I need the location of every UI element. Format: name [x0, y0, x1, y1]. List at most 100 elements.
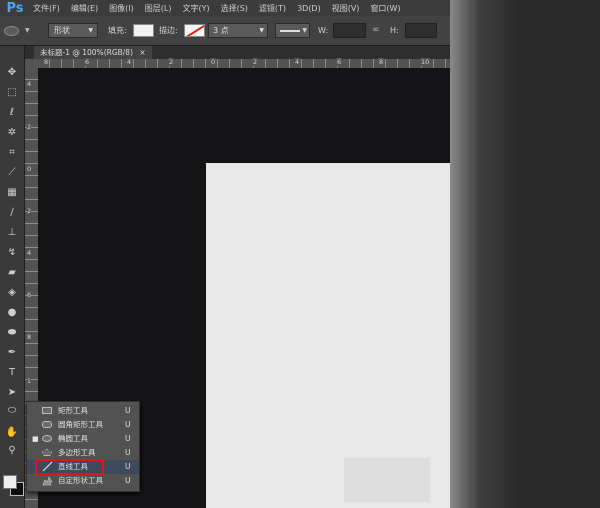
ruler-number: 1: [27, 377, 32, 385]
flyout-item-polygon[interactable]: 多边形工具 U: [27, 446, 139, 460]
ruler-number: 2: [27, 207, 32, 215]
menu-edit[interactable]: 编辑(E): [71, 3, 98, 14]
fill-label: 填充:: [108, 26, 127, 35]
marquee-tool-icon[interactable]: ⬚: [2, 84, 22, 100]
blur-tool-icon[interactable]: ●: [2, 304, 22, 320]
options-bar: ▼ 形状 ▼ 填充: 描边: 3 点 ▼ ▼ W: ∞ H:: [0, 16, 450, 46]
rectangle-icon: [42, 407, 52, 414]
ruler-number: 2: [27, 123, 32, 131]
panel-edge: [450, 0, 600, 508]
gradient-tool-icon[interactable]: ◈: [2, 284, 22, 300]
active-tool-marker: ■: [32, 435, 39, 443]
quick-select-tool-icon[interactable]: ✲: [2, 124, 22, 140]
move-tool-icon[interactable]: ✥: [2, 64, 22, 80]
flyout-item-shortcut: U: [125, 420, 131, 429]
ruler-number: 0: [27, 165, 32, 173]
ruler-number: 4: [27, 249, 32, 257]
ruler-number: 10: [420, 58, 431, 66]
chevron-down-icon: ▼: [88, 27, 93, 34]
healing-brush-tool-icon[interactable]: ▦: [2, 184, 22, 200]
flyout-item-rectangle[interactable]: 矩形工具 U: [27, 404, 139, 418]
pen-tool-icon[interactable]: ✒: [2, 344, 22, 360]
ruler-origin[interactable]: [25, 59, 38, 68]
tool-preset-picker[interactable]: ▼: [4, 23, 40, 38]
menu-type[interactable]: 文字(Y): [182, 3, 209, 14]
chevron-down-icon: ▼: [302, 27, 307, 34]
flyout-item-label: 多边形工具: [58, 448, 96, 457]
ruler-number: 8: [27, 333, 32, 341]
menu-file[interactable]: 文件(F): [33, 3, 60, 14]
ruler-number: 4: [126, 58, 133, 66]
flyout-item-shortcut: U: [125, 406, 131, 415]
menu-select[interactable]: 选择(S): [221, 3, 248, 14]
ruler-number: 0: [210, 58, 217, 66]
ellipse-icon: [4, 25, 19, 36]
link-icon[interactable]: ∞: [372, 23, 380, 38]
menu-window[interactable]: 窗口(W): [370, 3, 400, 14]
menu-bar: Ps 文件(F) 编辑(E) 图像(I) 图层(L) 文字(Y) 选择(S) 滤…: [0, 0, 450, 16]
tool-mode-select[interactable]: 形状 ▼: [48, 23, 98, 38]
dodge-tool-icon[interactable]: ⬬: [2, 324, 22, 340]
stroke-width-field[interactable]: 3 点 ▼: [208, 23, 268, 38]
rounded-rectangle-icon: [42, 421, 52, 428]
width-input[interactable]: [333, 23, 366, 38]
flyout-item-shortcut: U: [125, 434, 131, 443]
ruler-number: 8: [43, 58, 50, 66]
height-label: H:: [390, 26, 399, 35]
ruler-number: 6: [336, 58, 343, 66]
flyout-item-label: 椭圆工具: [58, 434, 88, 443]
stroke-label: 描边:: [159, 26, 178, 35]
document-tab[interactable]: 未标题-1 @ 100%(RGB/8) ×: [34, 46, 152, 59]
stroke-color-swatch[interactable]: [184, 24, 205, 37]
zoom-tool-icon[interactable]: ⚲: [2, 442, 22, 458]
fill-color-swatch[interactable]: [133, 24, 154, 37]
eraser-tool-icon[interactable]: ▰: [2, 264, 22, 280]
path-select-tool-icon[interactable]: ➤: [2, 384, 22, 400]
menu-layer[interactable]: 图层(L): [145, 3, 172, 14]
flyout-item-shortcut: U: [125, 462, 131, 471]
menu-view[interactable]: 视图(V): [332, 3, 360, 14]
horizontal-ruler[interactable]: 8 6 4 2 0 2 4 6 8 10: [38, 58, 450, 68]
chevron-down-icon: ▼: [25, 27, 30, 34]
ellipse-tool-icon[interactable]: ⬭: [2, 402, 22, 418]
photoshop-logo: Ps: [6, 0, 24, 16]
chevron-down-icon: ▼: [259, 27, 264, 34]
flyout-item-label: 矩形工具: [58, 406, 88, 415]
ruler-number: 4: [27, 80, 32, 88]
ruler-number: 4: [294, 58, 301, 66]
document-canvas[interactable]: [206, 163, 450, 508]
menu-image[interactable]: 图像(I): [109, 3, 134, 14]
ellipse-icon: [42, 435, 52, 442]
document-tab-title: 未标题-1 @ 100%(RGB/8): [40, 48, 134, 57]
flyout-item-shortcut: U: [125, 476, 131, 485]
shape-tool-flyout: 矩形工具 U 圆角矩形工具 U ■ 椭圆工具 U 多边形工具 U 直线工具 U …: [26, 401, 140, 492]
polygon-icon: [42, 449, 52, 456]
menu-3d[interactable]: 3D(D): [297, 4, 321, 13]
ruler-number: 6: [27, 291, 32, 299]
flyout-item-label: 自定形状工具: [58, 476, 103, 485]
brush-tool-icon[interactable]: ∕: [2, 204, 22, 220]
menu-filter[interactable]: 滤镜(T): [259, 3, 286, 14]
ruler-number: 2: [252, 58, 259, 66]
flyout-item-custom-shape[interactable]: 自定形状工具 U: [27, 474, 139, 488]
lasso-tool-icon[interactable]: ℓ: [2, 104, 22, 120]
tool-mode-value: 形状: [54, 26, 70, 35]
tools-panel: ✥ ⬚ ℓ ✲ ⌗ ⟋ ▦ ∕ ⊥ ↯ ▰ ◈ ● ⬬ ✒ T ➤ ⬭ ✋ ⚲: [0, 46, 25, 508]
hand-tool-icon[interactable]: ✋: [2, 424, 22, 440]
clone-stamp-tool-icon[interactable]: ⊥: [2, 224, 22, 240]
ruler-number: 6: [84, 58, 91, 66]
type-tool-icon[interactable]: T: [2, 364, 22, 380]
flyout-item-ellipse[interactable]: ■ 椭圆工具 U: [27, 432, 139, 446]
foreground-color-swatch[interactable]: [3, 475, 17, 489]
close-icon[interactable]: ×: [139, 48, 145, 57]
eyedropper-tool-icon[interactable]: ⟋: [2, 164, 22, 180]
height-input[interactable]: [405, 23, 437, 38]
history-brush-tool-icon[interactable]: ↯: [2, 244, 22, 260]
flyout-item-line[interactable]: 直线工具 U: [27, 459, 139, 475]
ruler-number: 2: [168, 58, 175, 66]
highlight-box: [35, 459, 104, 475]
crop-tool-icon[interactable]: ⌗: [2, 144, 22, 160]
flyout-item-label: 圆角矩形工具: [58, 420, 103, 429]
flyout-item-rounded-rectangle[interactable]: 圆角矩形工具 U: [27, 418, 139, 432]
stroke-type-picker[interactable]: ▼: [275, 23, 310, 38]
